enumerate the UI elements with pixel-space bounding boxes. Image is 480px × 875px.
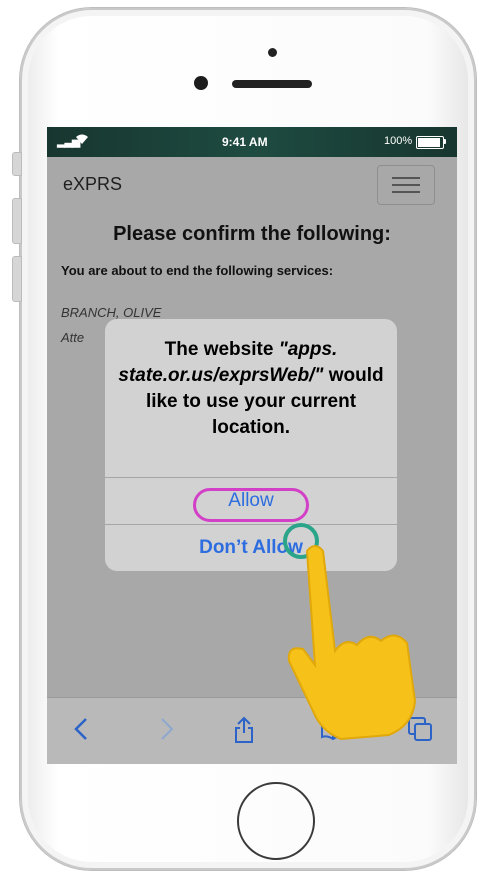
earpiece-speaker [232,80,312,88]
menu-icon-bar-middle [392,184,420,186]
menu-icon-bar-top [392,177,420,179]
web-page: eXPRS Please confirm the following: You … [47,157,457,764]
dialog-message: The website "apps. state.or.us/exprsWeb/… [117,337,385,441]
home-button[interactable] [237,782,315,860]
volume-down-button [12,256,22,302]
status-bar: ▂▃▅ 9:41 AM 100% [47,127,457,157]
battery-icon [416,136,444,149]
share-icon[interactable] [233,716,255,751]
menu-icon-bar-bottom [392,191,420,193]
back-icon[interactable] [73,716,89,749]
attention-text: Atte [61,330,85,345]
battery-tip [444,139,446,144]
battery-percent: 100% [384,135,413,147]
forward-icon[interactable] [159,716,175,749]
status-time: 9:41 AM [222,135,268,149]
mute-switch [12,152,22,176]
client-name: BRANCH, OLIVE [61,305,162,320]
phone-screen: ▂▃▅ 9:41 AM 100% eXPRS Please confirm th… [47,127,457,764]
allow-highlight-ring [193,488,309,522]
wifi-icon [75,133,89,148]
page-title: Please confirm the following: [113,223,391,245]
hamburger-menu-button[interactable] [377,165,435,205]
location-permission-dialog: The website "apps. state.or.us/exprsWeb/… [105,319,397,571]
front-camera [194,76,208,90]
volume-up-button [12,198,22,244]
pointing-hand-icon [287,545,417,741]
site-brand[interactable]: eXPRS [63,174,122,195]
proximity-sensor [268,48,277,57]
site-header: eXPRS [47,157,457,207]
dialog-message-start: The website [164,339,279,360]
page-subtitle: You are about to end the following servi… [61,263,334,278]
